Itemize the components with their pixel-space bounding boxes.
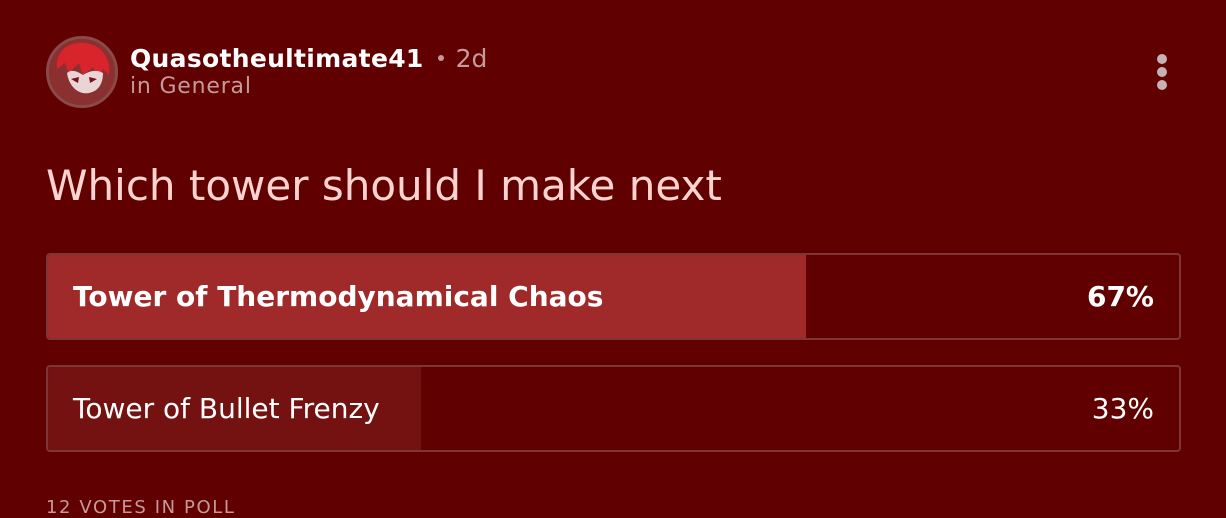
poll-option-percent: 67%	[1086, 280, 1154, 313]
more-vertical-icon	[1157, 54, 1167, 90]
poll-option-label: Tower of Bullet Frenzy	[73, 392, 380, 425]
poll-option-label: Tower of Thermodynamical Chaos	[73, 280, 604, 313]
author-name[interactable]: Quasotheultimate41	[130, 44, 424, 73]
poll-post: Quasotheultimate41 2d in General Which t…	[0, 0, 1226, 518]
poll-option-bullet-frenzy[interactable]: Tower of Bullet Frenzy 33%	[46, 365, 1181, 452]
avatar[interactable]	[46, 36, 118, 108]
poll-vote-count: 12 VOTES IN POLL	[46, 497, 236, 518]
post-time: 2d	[455, 43, 488, 73]
more-options-button[interactable]	[1140, 48, 1184, 96]
post-meta: Quasotheultimate41 2d	[130, 40, 487, 76]
poll-option-thermodynamical-chaos[interactable]: Tower of Thermodynamical Chaos 67%	[46, 253, 1181, 340]
post-category[interactable]: in General	[130, 74, 252, 99]
poll-option-percent: 33%	[1091, 392, 1154, 425]
post-title: Which tower should I make next	[46, 161, 722, 210]
avatar-image	[49, 39, 115, 105]
separator-dot	[437, 55, 444, 61]
